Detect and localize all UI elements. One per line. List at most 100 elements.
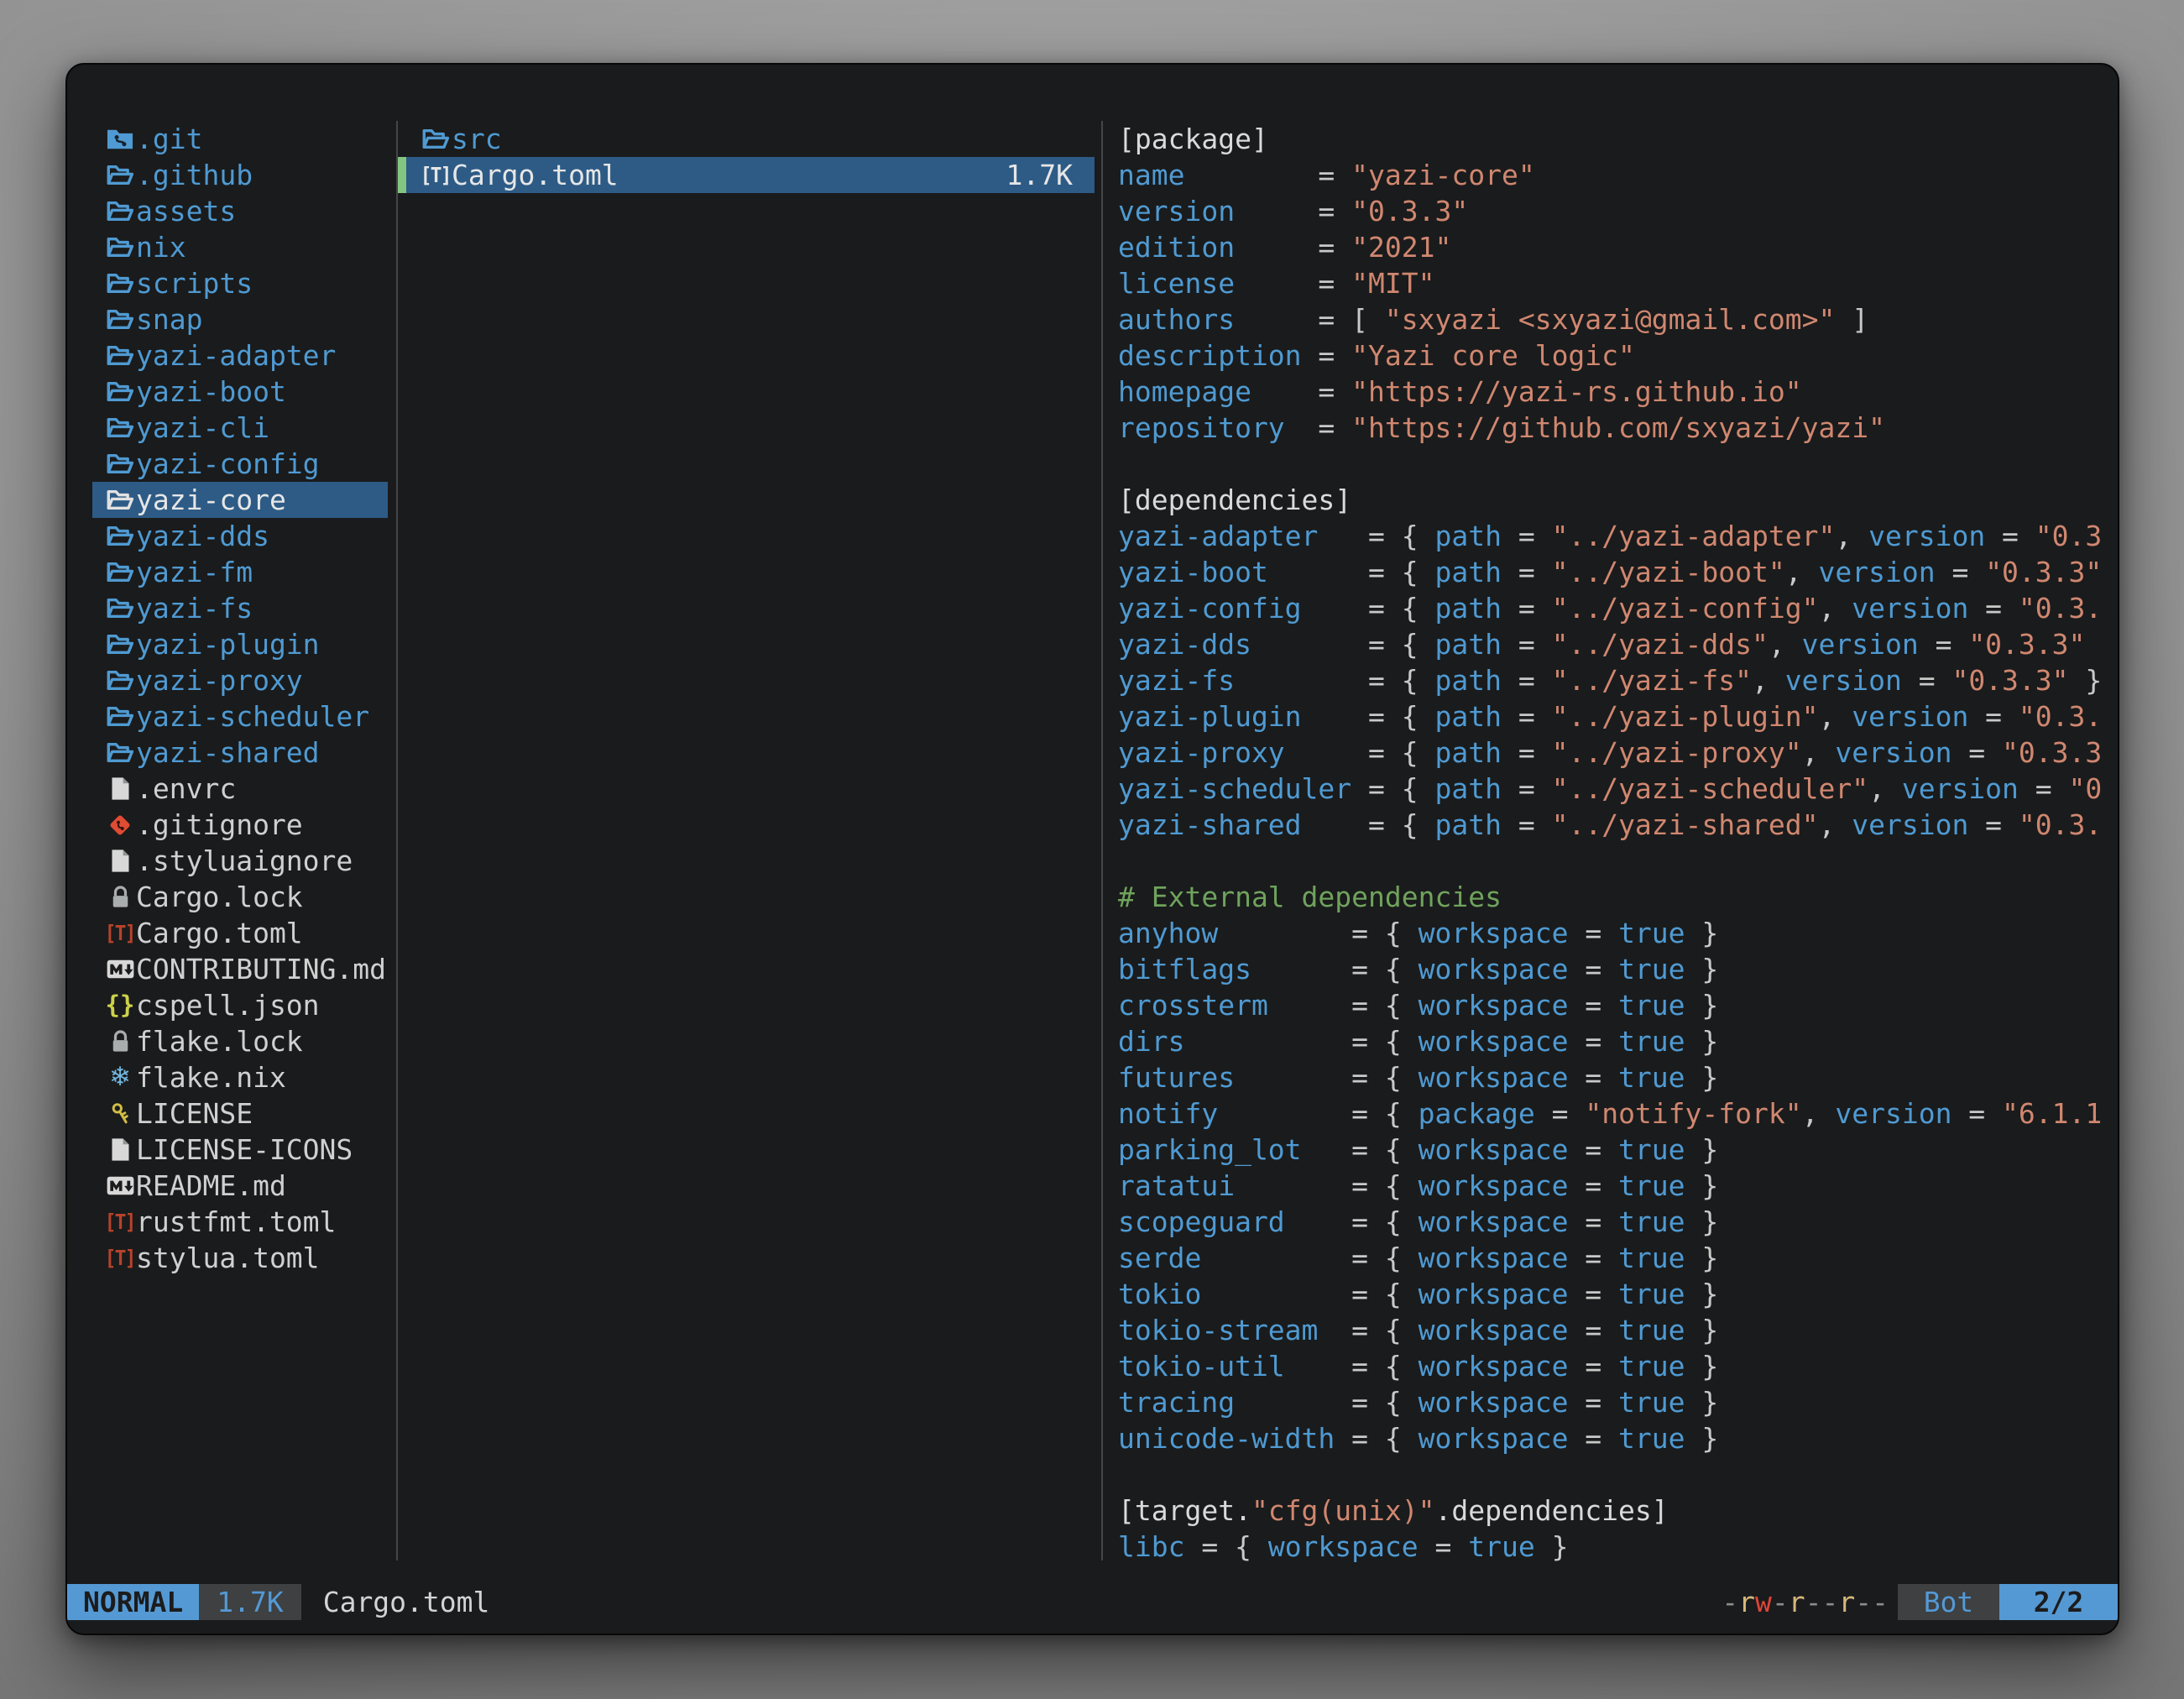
entry-name: CONTRIBUTING.md	[136, 951, 386, 987]
entry-size: 1.7K	[1006, 157, 1073, 193]
entry-name: yazi-plugin	[136, 626, 320, 662]
preview-line: yazi-boot = { path = "../yazi-boot", ver…	[1118, 554, 2117, 590]
file-row[interactable]: flake.lock	[92, 1023, 388, 1059]
file-preview-pane: [package]name = "yazi-core"version = "0.…	[1118, 121, 2117, 1565]
selection-marker	[398, 157, 406, 193]
preview-line: tracing = { workspace = true }	[1118, 1384, 2117, 1420]
preview-line: description = "Yazi core logic"	[1118, 337, 2117, 374]
nix-snowflake-icon: ❄	[104, 1059, 136, 1095]
directory-row[interactable]: assets	[92, 193, 388, 229]
preview-line: libc = { workspace = true }	[1118, 1529, 2117, 1565]
yazi-file-manager-window: .git .github assets nix scripts snap yaz…	[65, 63, 2119, 1635]
status-bar-left: NORMAL 1.7K Cargo.toml	[67, 1584, 489, 1620]
preview-line: unicode-width = { workspace = true }	[1118, 1420, 2117, 1456]
file-row[interactable]: {}cspell.json	[92, 987, 388, 1023]
entry-name: yazi-boot	[136, 374, 286, 410]
directory-row[interactable]: yazi-cli	[92, 410, 388, 446]
folder-open-icon	[104, 518, 136, 554]
preview-line: [package]	[1118, 121, 2117, 157]
preview-line: [dependencies]	[1118, 482, 2117, 518]
folder-open-icon	[104, 337, 136, 374]
folder-open-icon	[104, 410, 136, 446]
file-row[interactable]: .envrc	[92, 771, 388, 807]
file-icon	[104, 843, 136, 879]
toml-icon: [T]	[420, 157, 452, 193]
file-row[interactable]: Cargo.lock	[92, 879, 388, 915]
preview-line: yazi-adapter = { path = "../yazi-adapter…	[1118, 518, 2117, 554]
entry-name: Cargo.toml	[452, 157, 619, 193]
entry-name: scripts	[136, 265, 253, 301]
preview-line: # External dependencies	[1118, 879, 2117, 915]
git-folder-icon	[104, 121, 136, 157]
file-row[interactable]: .styluaignore	[92, 843, 388, 879]
directory-row[interactable]: nix	[92, 229, 388, 265]
cursor-counter-badge: 2/2	[1999, 1584, 2118, 1620]
entry-name: assets	[136, 193, 236, 229]
file-row[interactable]: [T]rustfmt.toml	[92, 1204, 388, 1240]
file-permissions: -rw-r--r--	[1722, 1584, 1889, 1620]
folder-open-icon	[104, 229, 136, 265]
preview-line: license = "MIT"	[1118, 265, 2117, 301]
entry-name: yazi-core	[136, 482, 286, 518]
folder-open-icon	[104, 590, 136, 626]
folder-open-icon	[420, 121, 452, 157]
file-size-badge: 1.7K	[199, 1584, 300, 1620]
file-row[interactable]: CONTRIBUTING.md	[92, 951, 388, 987]
entry-name: cspell.json	[136, 987, 320, 1023]
preview-line: yazi-config = { path = "../yazi-config",…	[1118, 590, 2117, 626]
toml-icon: [T]	[104, 1240, 136, 1276]
preview-line: yazi-fs = { path = "../yazi-fs", version…	[1118, 662, 2117, 698]
directory-row[interactable]: yazi-core	[92, 482, 388, 518]
entry-name: yazi-fm	[136, 554, 253, 590]
file-row[interactable]: [T]stylua.toml	[92, 1240, 388, 1276]
file-row[interactable]: LICENSE	[92, 1095, 388, 1132]
preview-line: tokio-util = { workspace = true }	[1118, 1348, 2117, 1384]
directory-row[interactable]: yazi-fm	[92, 554, 388, 590]
entry-name: yazi-fs	[136, 590, 253, 626]
scroll-position-badge: Bot	[1898, 1584, 1999, 1620]
preview-line: bitflags = { workspace = true }	[1118, 951, 2117, 987]
entry-name: rustfmt.toml	[136, 1204, 336, 1240]
parent-directory-pane: .git .github assets nix scripts snap yaz…	[67, 121, 396, 1276]
file-row[interactable]: README.md	[92, 1168, 388, 1204]
directory-row[interactable]: yazi-fs	[92, 590, 388, 626]
preview-line	[1118, 1456, 2117, 1493]
folder-open-icon	[104, 554, 136, 590]
directory-row[interactable]: yazi-plugin	[92, 626, 388, 662]
directory-row[interactable]: yazi-adapter	[92, 337, 388, 374]
file-row[interactable]: ❄flake.nix	[92, 1059, 388, 1095]
directory-row[interactable]: .git	[92, 121, 388, 157]
status-bar: NORMAL 1.7K Cargo.toml -rw-r--r-- Bot 2/…	[67, 1584, 2118, 1620]
directory-row[interactable]: yazi-proxy	[92, 662, 388, 698]
file-row[interactable]: [T]Cargo.toml 1.7K	[398, 157, 1095, 193]
directory-row[interactable]: yazi-dds	[92, 518, 388, 554]
entry-name: Cargo.toml	[136, 915, 303, 951]
folder-open-icon	[104, 698, 136, 734]
markdown-icon	[104, 1168, 136, 1204]
file-row[interactable]: .gitignore	[92, 807, 388, 843]
directory-row[interactable]: yazi-scheduler	[92, 698, 388, 734]
preview-line: parking_lot = { workspace = true }	[1118, 1132, 2117, 1168]
directory-row[interactable]: yazi-shared	[92, 734, 388, 771]
entry-name: yazi-dds	[136, 518, 269, 554]
preview-line: yazi-plugin = { path = "../yazi-plugin",…	[1118, 698, 2117, 734]
directory-row[interactable]: scripts	[92, 265, 388, 301]
lock-icon	[104, 1023, 136, 1059]
directory-row[interactable]: snap	[92, 301, 388, 337]
entry-name: .gitignore	[136, 807, 303, 843]
file-icon	[104, 771, 136, 807]
directory-row[interactable]: yazi-config	[92, 446, 388, 482]
entry-name: yazi-proxy	[136, 662, 303, 698]
toml-icon: [T]	[104, 915, 136, 951]
preview-line: anyhow = { workspace = true }	[1118, 915, 2117, 951]
entry-name: Cargo.lock	[136, 879, 303, 915]
entry-name: .git	[136, 121, 202, 157]
directory-row[interactable]: yazi-boot	[92, 374, 388, 410]
lock-icon	[104, 879, 136, 915]
folder-open-icon	[104, 301, 136, 337]
file-row[interactable]: LICENSE-ICONS	[92, 1132, 388, 1168]
file-row[interactable]: [T]Cargo.toml	[92, 915, 388, 951]
directory-row[interactable]: .github	[92, 157, 388, 193]
folder-open-icon	[104, 157, 136, 193]
directory-row[interactable]: src	[398, 121, 1095, 157]
